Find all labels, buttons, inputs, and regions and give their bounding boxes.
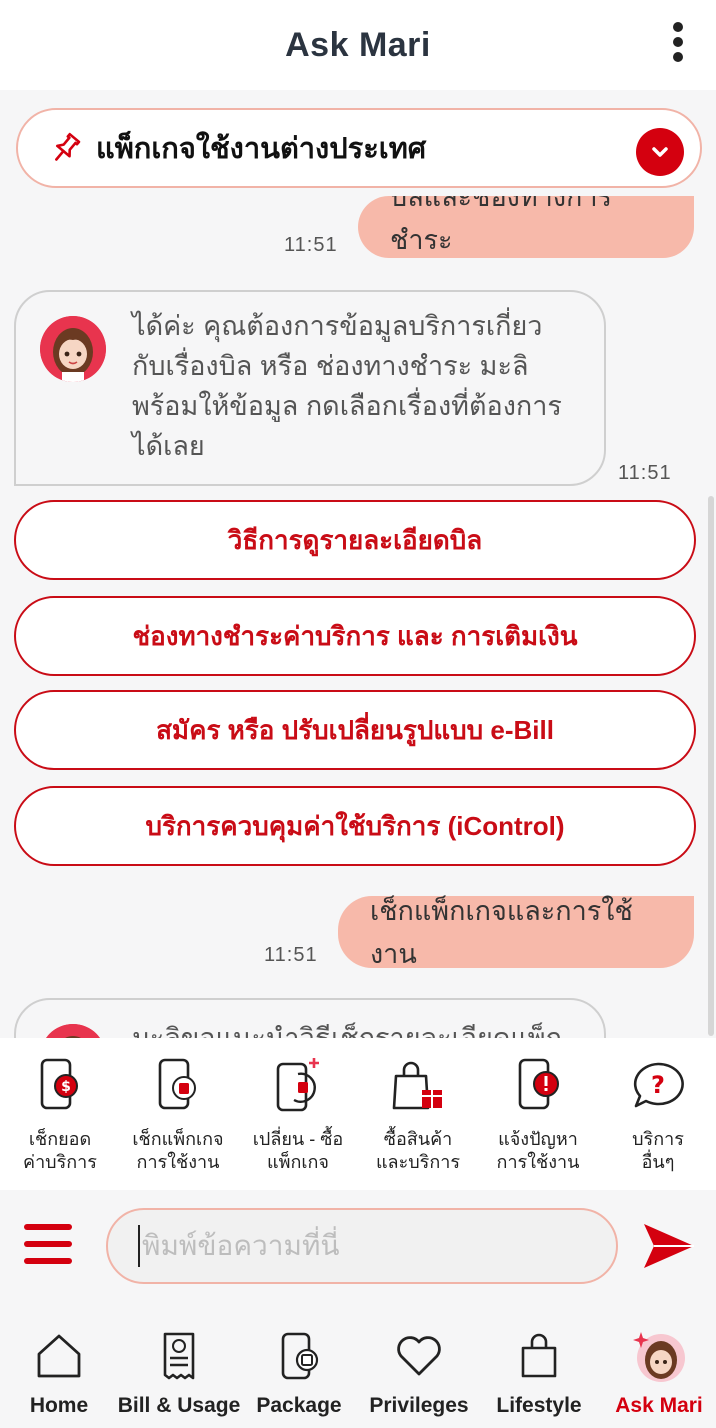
mari-avatar xyxy=(40,316,106,382)
svg-text:?: ? xyxy=(651,1071,665,1099)
shortcut-buy-products[interactable]: ซื้อสินค้า และบริการ xyxy=(358,1056,478,1174)
message-input-placeholder: พิมพ์ข้อความที่นี่ xyxy=(142,1230,340,1261)
phone-alert-icon xyxy=(518,1058,559,1110)
bot-message-text: ได้ค่ะ คุณต้องการข้อมูลบริการเกี่ยว กับเ… xyxy=(132,311,562,461)
tab-home[interactable]: Home xyxy=(0,1330,124,1418)
chat-scrollbar[interactable] xyxy=(708,496,714,1036)
bot-message-text: มะลิขอแนะนำวิธีเช็กรายละเอียดแพ็ก xyxy=(132,1023,562,1038)
shortcut-other-services[interactable]: ? บริการ อื่นๆ xyxy=(598,1056,716,1174)
chat-area[interactable]: บิลและช่องทางการชำระ 11:51 ได้ค่ะ คุณต้อ… xyxy=(0,196,716,1038)
question-bubble-icon: ? xyxy=(633,1062,684,1108)
tab-lifestyle[interactable]: Lifestyle xyxy=(474,1330,604,1418)
quick-reply-button[interactable]: ช่องทางชำระค่าบริการ และ การเติมเงิน xyxy=(14,596,696,676)
app-header: Ask Mari xyxy=(0,0,716,90)
phone-package-icon xyxy=(158,1058,196,1110)
shopping-bag-icon xyxy=(521,1333,557,1378)
tab-privileges[interactable]: Privileges xyxy=(354,1330,484,1418)
user-message-text: เช็กแพ็กเกจและการใช้งาน xyxy=(370,896,633,969)
more-options-icon[interactable] xyxy=(668,22,688,62)
bot-message-bubble: มะลิขอแนะนำวิธีเช็กรายละเอียดแพ็ก xyxy=(14,998,606,1038)
message-timestamp: 11:51 xyxy=(618,462,672,484)
quick-reply-button[interactable]: บริการควบคุมค่าใช้บริการ (iControl) xyxy=(14,786,696,866)
message-input[interactable]: พิมพ์ข้อความที่นี่ xyxy=(106,1208,618,1284)
pinned-topic-banner[interactable]: แพ็กเกจใช้งานต่างประเทศ xyxy=(16,108,702,188)
shortcut-change-package[interactable]: เปลี่ยน - ซื้อ แพ็กเกจ xyxy=(238,1056,358,1174)
message-timestamp: 11:51 xyxy=(284,234,338,256)
user-message-bubble: เช็กแพ็กเกจและการใช้งาน xyxy=(338,896,694,969)
phone-swap-icon xyxy=(276,1058,319,1112)
phone-package-icon xyxy=(281,1332,319,1380)
svg-text:$: $ xyxy=(61,1079,71,1095)
heart-icon xyxy=(397,1336,441,1376)
bottom-tab-bar: Home Bill & Usage Package Privileges Lif… xyxy=(0,1312,716,1428)
user-message-text: บิลและช่องทางการชำระ xyxy=(390,196,613,255)
pin-icon xyxy=(55,132,81,161)
shortcut-check-bill[interactable]: $ เช็กยอด ค่าบริการ xyxy=(0,1056,120,1174)
user-message-bubble: บิลและช่องทางการชำระ xyxy=(358,196,694,258)
tab-package[interactable]: Package xyxy=(234,1330,364,1418)
phone-bill-icon: $ xyxy=(40,1058,78,1110)
page-title: Ask Mari xyxy=(285,25,431,64)
mari-avatar-icon xyxy=(633,1332,685,1382)
bot-message-bubble: ได้ค่ะ คุณต้องการข้อมูลบริการเกี่ยว กับเ… xyxy=(14,290,606,486)
send-icon[interactable] xyxy=(640,1218,696,1274)
quick-reply-button[interactable]: สมัคร หรือ ปรับเปลี่ยนรูปแบบ e-Bill xyxy=(14,690,696,770)
tab-ask-mari[interactable]: Ask Mari xyxy=(594,1330,716,1418)
shopping-bag-gift-icon xyxy=(392,1061,442,1110)
quick-reply-button[interactable]: วิธีการดูรายละเอียดบิล xyxy=(14,500,696,580)
shortcut-report-problem[interactable]: แจ้งปัญหา การใช้งาน xyxy=(478,1056,598,1174)
message-timestamp: 11:51 xyxy=(264,944,318,966)
receipt-icon xyxy=(163,1332,195,1380)
text-caret xyxy=(138,1225,140,1267)
chevron-down-icon[interactable] xyxy=(636,128,684,176)
tab-bill-usage[interactable]: Bill & Usage xyxy=(114,1330,244,1418)
shortcut-bar: $ เช็กยอด ค่าบริการ เช็กแพ็กเกจ การใช้งาน … xyxy=(0,1038,716,1190)
home-icon xyxy=(37,1334,81,1378)
message-input-bar: พิมพ์ข้อความที่นี่ xyxy=(0,1190,716,1312)
hamburger-menu-icon[interactable] xyxy=(24,1224,72,1264)
pinned-topic-text: แพ็กเกจใช้งานต่างประเทศ xyxy=(96,133,427,165)
mari-avatar xyxy=(40,1024,106,1038)
shortcut-check-package[interactable]: เช็กแพ็กเกจ การใช้งาน xyxy=(118,1056,238,1174)
